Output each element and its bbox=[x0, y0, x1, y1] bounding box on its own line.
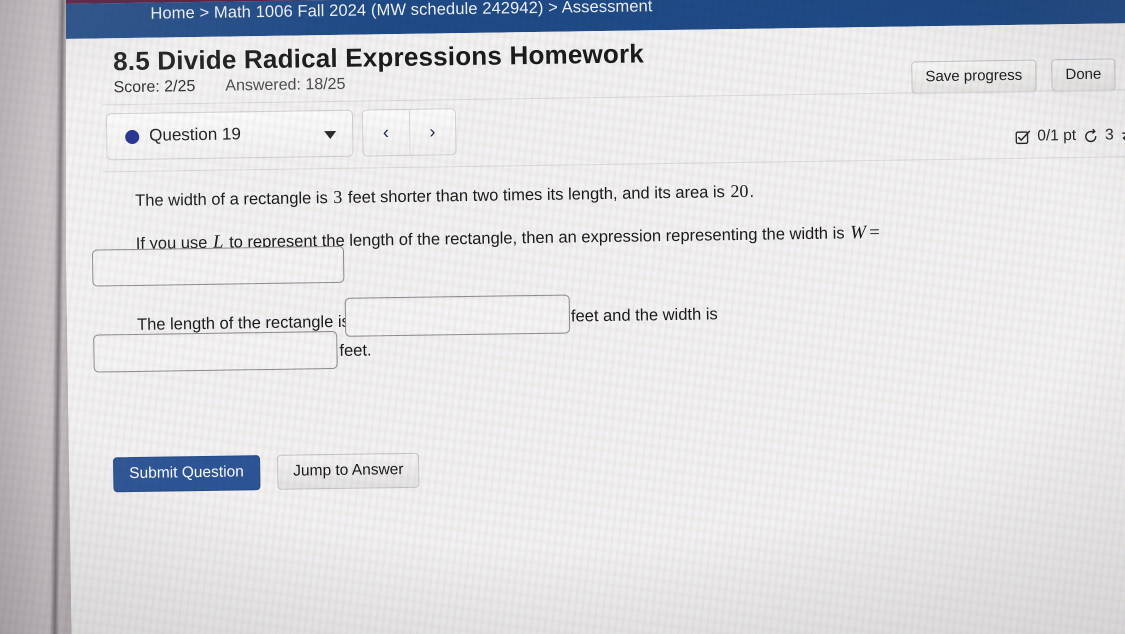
save-progress-button[interactable]: Save progress bbox=[911, 59, 1037, 94]
retry-icon bbox=[1083, 128, 1098, 143]
screen-photo: Home > Math 1006 Fall 2024 (MW schedule … bbox=[0, 0, 1125, 634]
width-value-input[interactable] bbox=[93, 330, 338, 373]
submit-question-button[interactable]: Submit Question bbox=[112, 455, 261, 493]
assessment-page: 8.5 Divide Radical Expressions Homework … bbox=[62, 22, 1125, 634]
browser-screen: Home > Math 1006 Fall 2024 (MW schedule … bbox=[22, 0, 1125, 634]
previous-question-button[interactable]: ‹ bbox=[362, 109, 411, 156]
attempts-count: 3 bbox=[1104, 126, 1114, 144]
points-label: 0/1 pt bbox=[1037, 126, 1077, 145]
question-value-area: 20 bbox=[730, 180, 749, 202]
question-status-dot-icon bbox=[125, 129, 140, 145]
question-selector[interactable]: Question 19 bbox=[105, 109, 354, 161]
question-nav-group: ‹ › bbox=[361, 108, 457, 157]
divider-bottom bbox=[102, 155, 1125, 173]
chevron-down-icon bbox=[324, 130, 337, 140]
page-title: 8.5 Divide Radical Expressions Homework bbox=[112, 38, 645, 77]
answered-label: Answered: 18/25 bbox=[225, 75, 346, 95]
question-statement-part-c: . bbox=[749, 182, 755, 201]
question-statement-part-b: feet shorter than two times its length, … bbox=[343, 183, 730, 207]
length-value-input[interactable] bbox=[344, 294, 571, 337]
question-value-shorter: 3 bbox=[333, 186, 343, 207]
next-question-button[interactable]: › bbox=[409, 109, 455, 155]
question-statement: The width of a rectangle is 3 feet short… bbox=[135, 178, 754, 214]
cycle-arrows-icon bbox=[1121, 128, 1125, 143]
done-button[interactable]: Done bbox=[1051, 58, 1116, 92]
question-status-row: 0/1 pt 3 9 bbox=[1015, 126, 1125, 146]
score-label: Score: 2/25 bbox=[113, 78, 196, 97]
width-sentence-unit: feet. bbox=[339, 341, 372, 360]
equals-sign: = bbox=[867, 221, 881, 244]
variable-W: W bbox=[849, 222, 867, 244]
jump-to-answer-button[interactable]: Jump to Answer bbox=[276, 452, 420, 490]
question-statement-part-a: The width of a rectangle is bbox=[135, 189, 333, 210]
question-selector-label: Question 19 bbox=[149, 124, 242, 145]
score-summary: Score: 2/25 Answered: 18/25 bbox=[113, 76, 345, 97]
length-sentence-part-b: feet and the width is bbox=[570, 305, 718, 326]
checkbox-check-icon bbox=[1015, 129, 1031, 144]
width-expression-input[interactable] bbox=[91, 245, 345, 287]
